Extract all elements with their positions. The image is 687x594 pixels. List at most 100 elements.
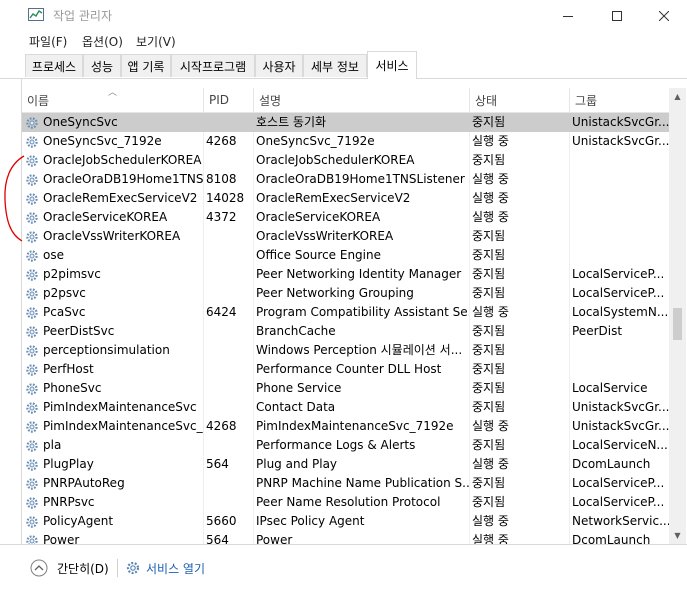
service-row[interactable]: OneSyncSvc_7192e 4268 OneSyncSvc_7192e 실행 중… [22, 132, 669, 151]
service-row[interactable]: perceptionsimulation Windows Perception 시… [22, 341, 669, 360]
vertical-scrollbar[interactable]: ▲ ▼ [669, 88, 686, 544]
menu-view[interactable]: 보기(V) [136, 33, 176, 50]
service-group: UnistackSvcGr... [572, 115, 669, 129]
tab-performance[interactable]: 성능 [83, 54, 121, 77]
service-description: BranchCache [256, 324, 336, 338]
scroll-thumb[interactable] [673, 308, 682, 340]
menu-options[interactable]: 옵션(O) [82, 33, 123, 50]
minimize-button[interactable] [545, 0, 591, 31]
service-gear-icon [26, 135, 38, 148]
service-row[interactable]: pla Performance Logs & Alerts 중지됨 LocalServ… [22, 436, 669, 455]
service-group [569, 341, 669, 360]
tab-users[interactable]: 사용자 [255, 54, 303, 77]
tab-processes[interactable]: 프로세스 [25, 54, 83, 77]
service-row[interactable]: OracleRemExecServiceV2 14028 OracleRemExec… [22, 189, 669, 208]
services-gear-icon [126, 561, 140, 575]
service-name: PolicyAgent [43, 514, 114, 528]
service-pid [203, 360, 253, 379]
service-row[interactable]: OneSyncSvc 호스트 동기화 중지됨 UnistackSvcGr... [22, 113, 669, 132]
service-pid: 564 [206, 457, 229, 471]
open-services-link[interactable]: 서비스 열기 [146, 560, 205, 577]
service-name-cell: p2pimsvc [22, 265, 203, 284]
scroll-up-icon[interactable]: ▲ [669, 88, 686, 105]
scroll-down-icon[interactable]: ▼ [669, 527, 686, 544]
service-pid: 5660 [206, 514, 237, 528]
service-status: 중지됨 [472, 248, 506, 262]
service-status: 중지됨 [472, 438, 506, 452]
column-header-description[interactable]: 설명 [253, 88, 469, 112]
service-name-cell: Power [22, 531, 203, 544]
service-status: 실행 중 [472, 533, 509, 544]
service-row[interactable]: ose Office Source Engine 중지됨 [22, 246, 669, 265]
service-name: Power [43, 533, 80, 544]
service-row[interactable]: Power 564 Power 실행 중 DcomLaunch [22, 531, 669, 544]
service-name-cell: OracleJobSchedulerKOREA [22, 151, 203, 170]
close-button[interactable] [641, 0, 687, 31]
service-gear-icon [26, 344, 38, 357]
service-status: 중지됨 [472, 153, 506, 167]
service-status: 중지됨 [472, 267, 506, 281]
service-description: 호스트 동기화 [256, 115, 327, 129]
service-row[interactable]: OracleJobSchedulerKOREA OracleJobSchedule… [22, 151, 669, 170]
service-row[interactable]: PerfHost Performance Counter DLL Host 중지됨 [22, 360, 669, 379]
tab-details[interactable]: 세부 정보 [303, 54, 367, 77]
service-row[interactable]: PNRPAutoReg PNRP Machine Name Publication… [22, 474, 669, 493]
service-row[interactable]: PhoneSvc Phone Service 중지됨 LocalService [22, 379, 669, 398]
window-title: 작업 관리자 [53, 9, 113, 23]
service-row[interactable]: PNRPsvc Peer Name Resolution Protocol 중지됨 L… [22, 493, 669, 512]
maximize-button[interactable] [594, 0, 640, 31]
service-row[interactable]: PeerDistSvc BranchCache 중지됨 PeerDist [22, 322, 669, 341]
service-name: p2pimsvc [43, 267, 101, 281]
service-status: 실행 중 [472, 134, 509, 148]
tab-app-history[interactable]: 앱 기록 [121, 54, 171, 77]
service-row[interactable]: PimIndexMaintenanceSvc_... 4268 PimIndexMa… [22, 417, 669, 436]
service-status: 실행 중 [472, 210, 509, 224]
service-name: PNRPsvc [43, 495, 95, 509]
service-description: Power [256, 533, 293, 544]
column-header-group[interactable]: 그룹 [569, 88, 669, 112]
service-name: OracleJobSchedulerKOREA [43, 153, 202, 167]
column-header-pid[interactable]: PID [203, 88, 253, 112]
service-row[interactable]: OracleVssWriterKOREA OracleVssWriterKOREA… [22, 227, 669, 246]
service-gear-icon [26, 268, 38, 281]
service-description: OracleJobSchedulerKOREA [256, 153, 415, 167]
red-annotation-bracket [4, 155, 25, 242]
service-row[interactable]: OracleServiceKOREA 4372 OracleServiceKOREA… [22, 208, 669, 227]
service-name-cell: PeerDistSvc [22, 322, 203, 341]
column-header-name[interactable]: 이름 [22, 88, 203, 112]
service-description: Windows Perception 시뮬레이션 서... [256, 343, 463, 357]
service-gear-icon [26, 249, 38, 262]
column-header-status[interactable]: 상태 [469, 88, 569, 112]
service-row[interactable]: p2psvc Peer Networking Grouping 중지됨 LocalSe… [22, 284, 669, 303]
service-pid [203, 379, 253, 398]
service-name-cell: PlugPlay [22, 455, 203, 474]
title-bar: 작업 관리자 [0, 0, 687, 31]
service-name-cell: OracleVssWriterKOREA [22, 227, 203, 246]
service-status: 실행 중 [472, 457, 509, 471]
service-name: perceptionsimulation [43, 343, 170, 357]
service-name-cell: PerfHost [22, 360, 203, 379]
service-status: 중지됨 [472, 229, 506, 243]
service-group [569, 227, 669, 246]
tab-services[interactable]: 서비스 [367, 51, 417, 79]
service-description: Program Compatibility Assistant Se... [256, 305, 469, 319]
service-gear-icon [26, 116, 38, 129]
service-description: Contact Data [256, 400, 336, 414]
collapse-chevron-up-icon[interactable] [30, 559, 48, 577]
service-row[interactable]: PolicyAgent 5660 IPsec Policy Agent 실행 중 Net… [22, 512, 669, 531]
service-pid: 4268 [206, 419, 237, 433]
service-row[interactable]: PlugPlay 564 Plug and Play 실행 중 DcomLaunch [22, 455, 669, 474]
service-row[interactable]: OracleOraDB19Home1TNS... 8108 OracleOraDB1… [22, 170, 669, 189]
service-name: PimIndexMaintenanceSvc_... [43, 419, 203, 433]
service-description: IPsec Policy Agent [256, 514, 365, 528]
service-row[interactable]: PcaSvc 6424 Program Compatibility Assistan… [22, 303, 669, 322]
service-row[interactable]: PimIndexMaintenanceSvc Contact Data 중지됨 Uni… [22, 398, 669, 417]
service-row[interactable]: p2pimsvc Peer Networking Identity Manager… [22, 265, 669, 284]
footer-divider [117, 559, 118, 577]
fewer-details-button[interactable]: 간단히(D) [57, 560, 109, 577]
service-name: OneSyncSvc_7192e [43, 134, 162, 148]
service-description: Performance Logs & Alerts [256, 438, 416, 452]
tab-startup[interactable]: 시작프로그램 [171, 54, 255, 77]
service-name-cell: OracleServiceKOREA [22, 208, 203, 227]
menu-file[interactable]: 파일(F) [29, 33, 67, 50]
